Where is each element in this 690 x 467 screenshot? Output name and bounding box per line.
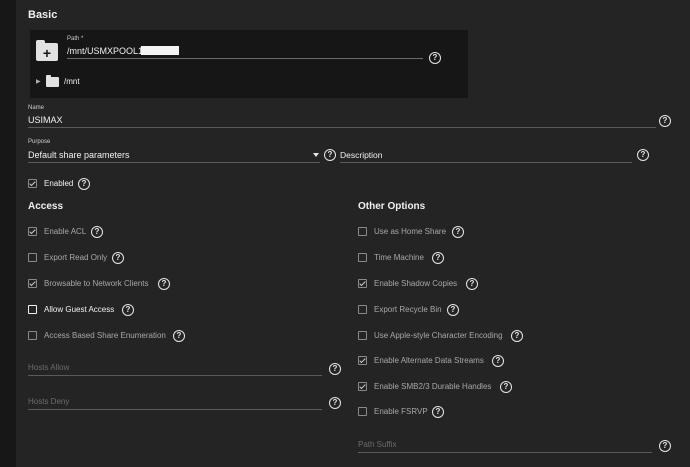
hosts-deny-help-icon[interactable]: ?	[329, 397, 341, 409]
path-underline	[67, 58, 423, 59]
path-suffix-underline	[358, 452, 652, 453]
access-based-enum-label: Access Based Share Enumeration	[44, 331, 166, 340]
enabled-help-icon[interactable]: ?	[78, 178, 90, 190]
allow-guest-access-label: Allow Guest Access	[44, 305, 115, 314]
apple-encoding-help-icon[interactable]: ?	[511, 330, 523, 342]
path-suffix-help-icon[interactable]: ?	[659, 440, 671, 452]
name-help-icon[interactable]: ?	[659, 115, 671, 127]
export-read-only-checkbox[interactable]	[28, 253, 37, 262]
shadow-copies-label: Enable Shadow Copies	[374, 279, 458, 288]
home-share-checkbox[interactable]	[358, 227, 367, 236]
name-label: Name	[28, 105, 45, 111]
fsrvp-label: Enable FSRVP	[374, 407, 428, 416]
time-machine-label: Time Machine	[374, 253, 424, 262]
time-machine-checkbox[interactable]	[358, 253, 367, 262]
fsrvp-checkbox[interactable]	[358, 407, 367, 416]
home-share-label: Use as Home Share	[374, 227, 447, 236]
time-machine-help-icon[interactable]: ?	[432, 252, 444, 264]
enable-acl-label: Enable ACL	[44, 227, 87, 236]
path-redaction	[141, 46, 179, 55]
hosts-allow-help-icon[interactable]: ?	[329, 363, 341, 375]
apple-encoding-label: Use Apple-style Character Encoding	[374, 331, 503, 340]
allow-guest-access-checkbox[interactable]	[28, 305, 37, 314]
allow-guest-access-help-icon[interactable]: ?	[122, 304, 134, 316]
browsable-label: Browsable to Network Clients	[44, 279, 149, 288]
other-options-title: Other Options	[358, 201, 426, 212]
access-based-enum-checkbox[interactable]	[28, 331, 37, 340]
enabled-checkbox[interactable]	[28, 179, 37, 188]
description-help-icon[interactable]: ?	[637, 149, 649, 161]
shadow-copies-help-icon[interactable]: ?	[466, 278, 478, 290]
hosts-deny-input[interactable]: Hosts Deny	[28, 397, 69, 406]
browsable-checkbox[interactable]	[28, 279, 37, 288]
export-read-only-label: Export Read Only	[44, 253, 108, 262]
durable-handles-checkbox[interactable]	[358, 382, 367, 391]
hosts-deny-underline	[28, 409, 322, 410]
alternate-streams-help-icon[interactable]: ?	[492, 355, 504, 367]
chevron-down-icon[interactable]	[313, 153, 319, 157]
add-folder-icon[interactable]: +	[36, 40, 58, 61]
path-input[interactable]: /mnt/USMXPOOL1/	[67, 46, 146, 56]
path-explorer: + Path * /mnt/USMXPOOL1/ ? ▶ /mnt	[30, 30, 468, 98]
shadow-copies-checkbox[interactable]	[358, 279, 367, 288]
path-help-icon[interactable]: ?	[429, 52, 441, 64]
access-section-title: Access	[28, 201, 64, 212]
enable-acl-checkbox[interactable]	[28, 227, 37, 236]
hosts-allow-input[interactable]: Hosts Allow	[28, 363, 69, 372]
export-read-only-help-icon[interactable]: ?	[112, 252, 124, 264]
home-share-help-icon[interactable]: ?	[452, 226, 464, 238]
name-input[interactable]: USIMAX	[28, 115, 63, 125]
tree-expand-icon[interactable]: ▶	[36, 78, 41, 85]
recycle-bin-help-icon[interactable]: ?	[447, 304, 459, 316]
alternate-streams-checkbox[interactable]	[358, 356, 367, 365]
description-underline	[340, 162, 632, 163]
recycle-bin-label: Export Recycle Bin	[374, 305, 442, 314]
alternate-streams-label: Enable Alternate Data Streams	[374, 356, 484, 365]
enable-acl-help-icon[interactable]: ?	[91, 226, 103, 238]
purpose-select[interactable]: Default share parameters	[28, 150, 130, 160]
description-input[interactable]: Description	[340, 150, 383, 160]
purpose-help-icon[interactable]: ?	[324, 149, 336, 161]
access-based-enum-help-icon[interactable]: ?	[173, 330, 185, 342]
tree-folder-icon	[46, 75, 59, 87]
purpose-underline	[28, 162, 320, 163]
sidebar-strip	[0, 0, 16, 467]
tree-node-mnt[interactable]: /mnt	[64, 77, 80, 86]
durable-handles-label: Enable SMB2/3 Durable Handles	[374, 382, 492, 391]
hosts-allow-underline	[28, 375, 322, 376]
recycle-bin-checkbox[interactable]	[358, 305, 367, 314]
browsable-help-icon[interactable]: ?	[158, 278, 170, 290]
basic-section-title: Basic	[28, 9, 58, 21]
apple-encoding-checkbox[interactable]	[358, 331, 367, 340]
purpose-label: Purpose	[28, 139, 51, 145]
path-label: Path *	[67, 36, 84, 42]
enabled-label: Enabled	[44, 179, 74, 188]
name-underline	[28, 127, 656, 128]
path-suffix-input[interactable]: Path Suffix	[358, 440, 397, 449]
durable-handles-help-icon[interactable]: ?	[500, 381, 512, 393]
fsrvp-help-icon[interactable]: ?	[432, 406, 444, 418]
